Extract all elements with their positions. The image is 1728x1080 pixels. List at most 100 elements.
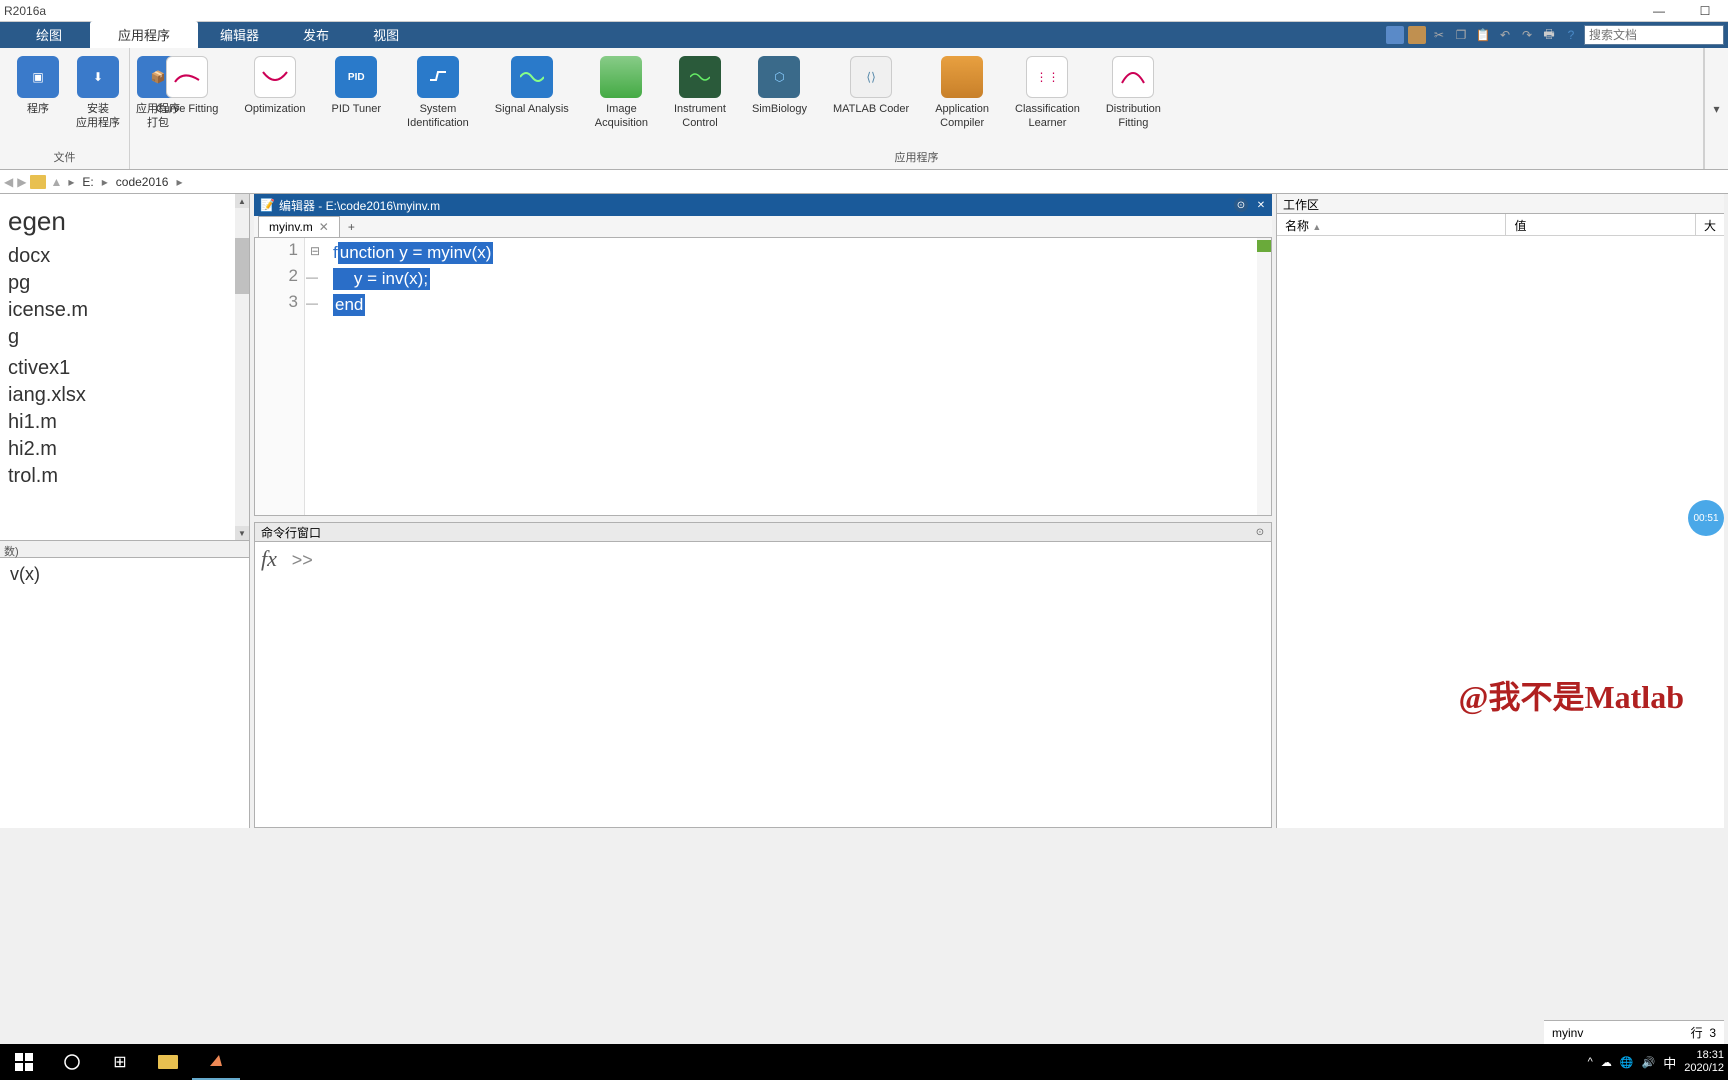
editor-tabs: myinv.m ✕ +	[254, 216, 1272, 238]
task-view-button[interactable]: ⊞	[96, 1044, 144, 1080]
paste-icon[interactable]: 📋	[1474, 26, 1492, 44]
tab-add-button[interactable]: +	[340, 217, 363, 237]
tab-plot[interactable]: 绘图	[8, 21, 90, 48]
fx-icon[interactable]: fx	[261, 546, 277, 571]
editor-body[interactable]: 1 2 3 function y = myinv(x) y = inv(x); …	[254, 238, 1272, 516]
ws-col-name[interactable]: 名称 ▲	[1277, 214, 1506, 235]
cortana-button[interactable]	[48, 1044, 96, 1080]
cut-icon[interactable]: ✂	[1430, 26, 1448, 44]
window-controls: — ☐	[1636, 0, 1728, 22]
main-tabs: 绘图 应用程序 编辑器 发布 视图 ✂ ❐ 📋 ↶ ↷ 🖶 ?	[0, 22, 1728, 48]
tab-close-icon[interactable]: ✕	[319, 220, 329, 234]
optimization-button[interactable]: Optimization	[238, 52, 311, 120]
editor-close-icon[interactable]: ✕	[1254, 198, 1268, 212]
back-icon[interactable]: ◀	[4, 175, 13, 189]
editor-title-bar[interactable]: 📝 编辑器 - E:\code2016\myinv.m ⊙ ✕	[254, 194, 1272, 216]
code-area[interactable]: function y = myinv(x) y = inv(x); end	[305, 238, 493, 515]
tray-cloud-icon[interactable]: ☁	[1601, 1056, 1612, 1069]
ime-icon[interactable]: 中	[1663, 1053, 1676, 1072]
file-item[interactable]: pg	[4, 270, 245, 297]
system-id-button[interactable]: System Identification	[401, 52, 475, 135]
tab-editor[interactable]: 编辑器	[198, 21, 281, 48]
warning-strip[interactable]	[1257, 238, 1271, 515]
window-title: R2016a	[4, 4, 46, 18]
timer-badge[interactable]: 00:51	[1688, 500, 1724, 536]
print-icon[interactable]: 🖶	[1540, 26, 1558, 44]
file-item[interactable]: icense.m	[4, 297, 245, 324]
tray-time[interactable]: 18:31	[1684, 1049, 1724, 1062]
ws-col-value[interactable]: 值	[1506, 214, 1696, 235]
instrument-ctrl-button[interactable]: Instrument Control	[668, 52, 732, 135]
file-item[interactable]: hi2.m	[4, 436, 245, 463]
title-bar: R2016a — ☐	[0, 0, 1728, 22]
file-list[interactable]: egen docx pg icense.m g ctivex1 iang.xls…	[0, 194, 249, 540]
minimize-button[interactable]: —	[1636, 0, 1682, 22]
file-item[interactable]: hi1.m	[4, 409, 245, 436]
file-item[interactable]: docx	[4, 243, 245, 270]
volume-icon[interactable]: 🔊	[1642, 1056, 1656, 1069]
ws-col-size[interactable]: 大	[1696, 214, 1724, 235]
gutter-line[interactable]: 3	[255, 292, 304, 318]
ribbon: ▣ 程序 ⬇ 安装 应用程序 📦 应用程序 打包 文件 Curve Fittin…	[0, 48, 1728, 170]
search-input[interactable]	[1584, 25, 1724, 45]
path-arrow: ▸	[66, 175, 76, 189]
editor-tab-myinv[interactable]: myinv.m ✕	[258, 216, 340, 237]
folder-icon[interactable]	[30, 175, 46, 189]
command-prompt: >>	[292, 550, 313, 570]
tab-apps[interactable]: 应用程序	[90, 21, 198, 48]
file-item[interactable]: iang.xlsx	[4, 382, 245, 409]
gutter-line[interactable]: 1	[255, 240, 304, 266]
start-button[interactable]	[0, 1044, 48, 1080]
scroll-down-icon[interactable]: ▼	[235, 526, 249, 540]
tray-date[interactable]: 2020/12	[1684, 1062, 1724, 1075]
gutter-line[interactable]: 2	[255, 266, 304, 292]
workspace-title[interactable]: 工作区	[1277, 194, 1724, 214]
cmd-dropdown-icon[interactable]: ⊙	[1253, 525, 1267, 539]
help-icon[interactable]: ?	[1562, 26, 1580, 44]
undo-icon[interactable]: ↶	[1496, 26, 1514, 44]
ribbon-more-button[interactable]: ▾	[1704, 48, 1728, 169]
matlab-coder-button[interactable]: ⟨⟩MATLAB Coder	[827, 52, 915, 120]
signal-analysis-button[interactable]: Signal Analysis	[489, 52, 575, 120]
save-icon[interactable]	[1408, 26, 1426, 44]
dist-fitting-button[interactable]: Distribution Fitting	[1100, 52, 1167, 135]
app-compiler-button[interactable]: Application Compiler	[929, 52, 995, 135]
matlab-icon[interactable]	[192, 1044, 240, 1080]
app-program-button[interactable]: ▣ 程序	[8, 52, 68, 120]
status-line-number: 3	[1709, 1026, 1716, 1040]
pid-tuner-button[interactable]: PIDPID Tuner	[326, 52, 388, 120]
path-folder[interactable]: code2016	[114, 175, 171, 189]
code-ok-icon[interactable]	[1257, 240, 1271, 252]
redo-icon[interactable]: ↷	[1518, 26, 1536, 44]
file-item[interactable]: ctivex1	[4, 355, 245, 382]
editor-file-path: E:\code2016\myinv.m	[326, 199, 441, 213]
classification-button[interactable]: ⋮⋮Classification Learner	[1009, 52, 1086, 135]
scroll-up-icon[interactable]: ▲	[235, 194, 249, 208]
editor-dropdown-icon[interactable]: ⊙	[1234, 198, 1248, 212]
command-window[interactable]: fx >>	[254, 542, 1272, 828]
install-app-button[interactable]: ⬇ 安装 应用程序	[68, 52, 128, 135]
tray-up-icon[interactable]: ^	[1588, 1056, 1593, 1068]
simbiology-button[interactable]: ⬡SimBiology	[746, 52, 813, 120]
tab-publish[interactable]: 发布	[281, 21, 351, 48]
details-header[interactable]: 数)	[0, 540, 249, 558]
editor-icon: 📝	[260, 198, 275, 212]
maximize-button[interactable]: ☐	[1682, 0, 1728, 22]
curve-fitting-button[interactable]: Curve Fitting	[150, 52, 224, 120]
path-drive[interactable]: E:	[80, 175, 95, 189]
file-scrollbar[interactable]: ▲ ▼	[235, 194, 249, 540]
new-icon[interactable]	[1386, 26, 1404, 44]
fwd-icon[interactable]: ▶	[17, 175, 26, 189]
workspace-header: 名称 ▲ 值 大	[1277, 214, 1724, 236]
explorer-icon[interactable]	[144, 1044, 192, 1080]
file-item[interactable]: trol.m	[4, 463, 245, 490]
network-icon[interactable]: 🌐	[1620, 1056, 1634, 1069]
image-acq-button[interactable]: Image Acquisition	[589, 52, 654, 135]
file-item[interactable]: g	[4, 324, 245, 351]
tab-view[interactable]: 视图	[351, 21, 421, 48]
copy-icon[interactable]: ❐	[1452, 26, 1470, 44]
up-icon[interactable]: ▲	[50, 175, 62, 189]
command-window-title[interactable]: 命令行窗口 ⊙	[254, 522, 1272, 542]
workspace-body[interactable]: @我不是Matlab	[1277, 236, 1724, 828]
scroll-thumb[interactable]	[235, 238, 249, 294]
